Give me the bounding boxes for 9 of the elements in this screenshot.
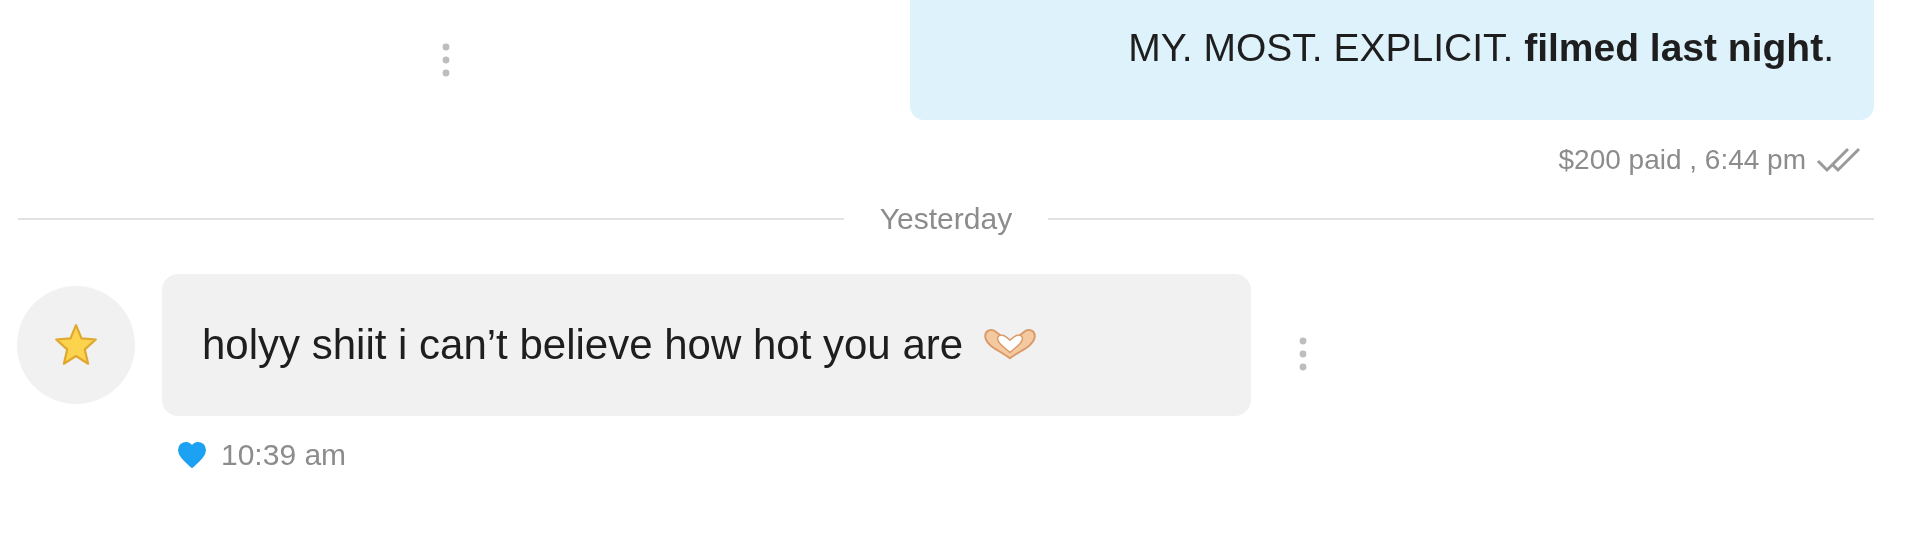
more-icon[interactable] (442, 43, 450, 77)
heart-icon[interactable] (177, 441, 207, 469)
star-icon (54, 323, 98, 367)
message-text: holyy shiit i can’t believe how hot you are (202, 321, 964, 369)
message-meta: $200 paid , 6:44 pm (1558, 144, 1806, 176)
more-icon[interactable] (1299, 337, 1307, 371)
message-bubble: MY. MOST. EXPLICIT. filmed last night. (910, 0, 1874, 120)
date-label: Yesterday (879, 202, 1013, 236)
message-time: 10:39 am (221, 438, 347, 472)
